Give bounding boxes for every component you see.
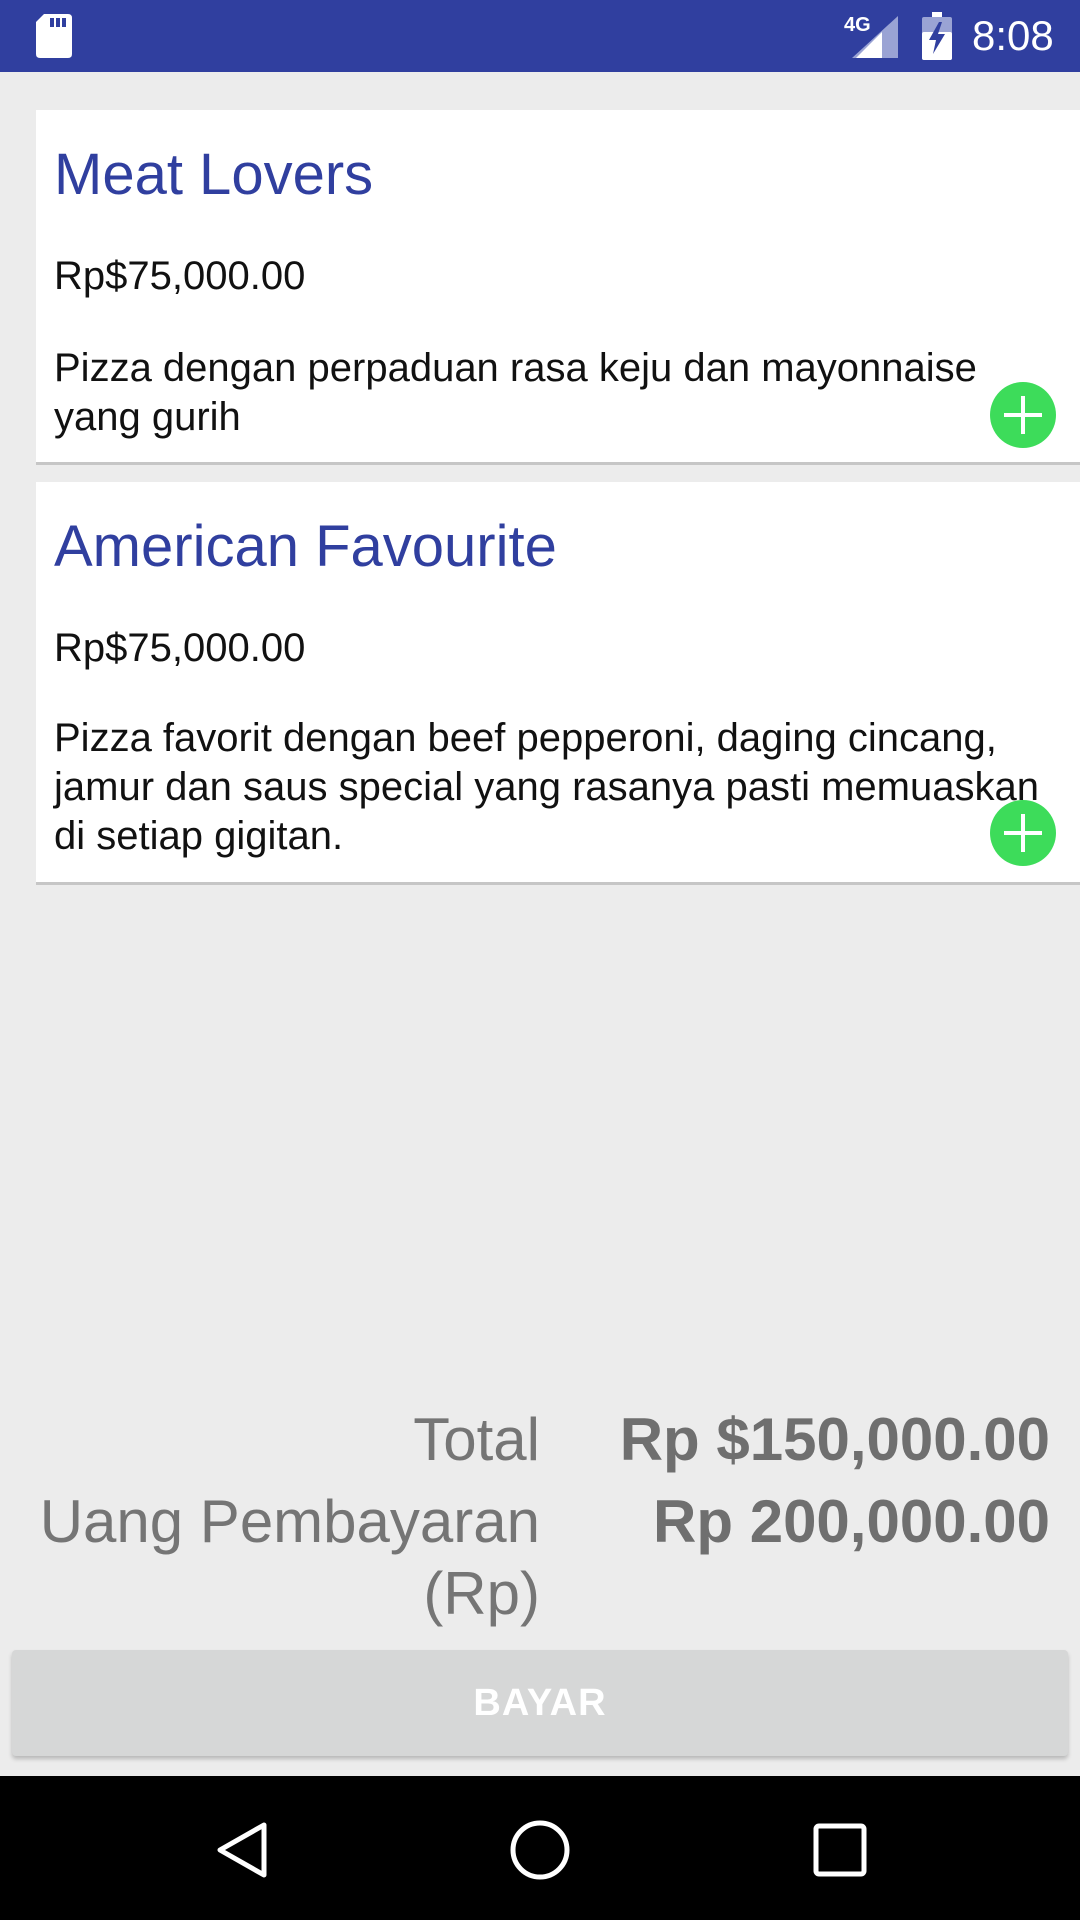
menu-item-price: Rp$75,000.00 xyxy=(54,254,306,298)
menu-item-name: Meat Lovers xyxy=(54,142,374,207)
pay-button[interactable]: BAYAR xyxy=(12,1650,1068,1756)
add-circle-icon[interactable] xyxy=(990,800,1056,866)
menu-item-description: Pizza favorit dengan beef pepperoni, dag… xyxy=(54,716,1039,858)
menu-item-name: American Favourite xyxy=(54,514,557,579)
payment-label: Uang Pembayaran (Rp) xyxy=(39,1488,540,1627)
sd-card-icon xyxy=(36,14,72,58)
total-value: Rp $150,000.00 xyxy=(619,1406,1050,1473)
signal-icon xyxy=(852,16,898,58)
total-label: Total xyxy=(413,1406,540,1473)
back-icon[interactable] xyxy=(214,1820,270,1880)
battery-charging-icon xyxy=(922,12,952,60)
menu-item-card: Meat Lovers Rp$75,000.00 Pizza dengan pe… xyxy=(36,110,1080,465)
menu-item-card: American Favourite Rp$75,000.00 Pizza fa… xyxy=(36,482,1080,885)
home-icon[interactable] xyxy=(508,1818,572,1882)
status-bar: 4G 8:08 xyxy=(0,0,1080,72)
menu-item-description: Pizza dengan perpaduan rasa keju dan may… xyxy=(54,346,977,439)
menu-item-price: Rp$75,000.00 xyxy=(54,626,306,670)
recent-apps-icon[interactable] xyxy=(812,1822,868,1878)
payment-value: Rp 200,000.00 xyxy=(653,1488,1050,1555)
add-circle-icon[interactable] xyxy=(990,382,1056,448)
status-time: 8:08 xyxy=(972,12,1054,59)
navigation-bar xyxy=(0,1776,1080,1920)
